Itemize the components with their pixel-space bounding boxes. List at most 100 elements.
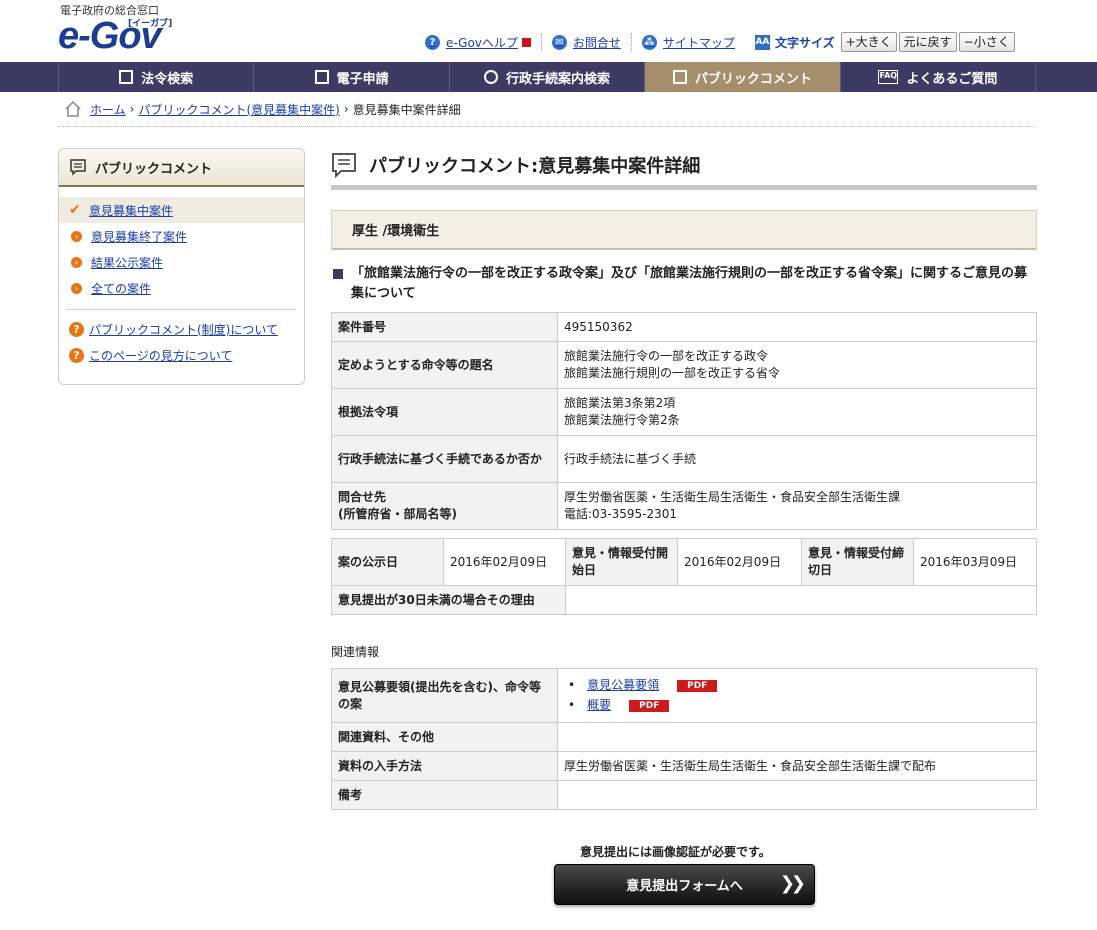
case-title: 「旅館業法施行令の一部を改正する政令案」及び「旅館業法施行規則の一部を改正する省… — [331, 264, 1037, 304]
table-row: 定めようとする命令等の題名 旅館業法施行令の一部を改正する政令 旅館業法施行規則… — [331, 341, 1037, 389]
sidebar-item-all-cases[interactable]: › 全ての案件 — [59, 275, 304, 301]
sitemap-link[interactable]: ⁂ サイトマップ — [641, 33, 745, 51]
site-header: 電子政府の総合窓口 e-Gov [イーガブ] ? e-Govヘルプ ✉ お問合せ… — [0, 0, 1097, 62]
remarks-label: 備考 — [331, 780, 558, 810]
font-size-icon: AA — [754, 34, 770, 50]
case-number-value: 495150362 — [557, 312, 1037, 342]
help-icon: ? — [425, 34, 440, 50]
nav-e-application[interactable]: 電子申請 — [253, 62, 448, 92]
nav-e-application-label: 電子申請 — [336, 71, 389, 87]
sidebar-help-page-guide-link[interactable]: このページの見方について — [89, 347, 232, 364]
nav-law-search[interactable]: 法令検索 — [58, 62, 253, 92]
title-underline — [331, 185, 1037, 190]
sidebar-item-open-cases[interactable]: ✔ 意見募集中案件 — [59, 197, 304, 223]
sidebar-item-result-cases-link[interactable]: 結果公示案件 — [91, 254, 163, 271]
help-link[interactable]: ? e-Govヘルプ — [425, 33, 542, 51]
font-larger-button[interactable]: +大きく — [840, 32, 897, 52]
search-icon — [484, 70, 498, 84]
contact-value: 厚生労働省医薬・生活衛生局生活衛生・食品安全部生活衛生課 電話:03-3595-… — [557, 482, 1037, 530]
comment-doc-icon — [70, 159, 86, 176]
doc-link-guidelines[interactable]: 意見公募要領 — [587, 677, 659, 694]
related-docs-label: 意見公募要領(提出先を含む)、命令等の案 — [331, 668, 558, 723]
page-title-text: パブリックコメント:意見募集中案件詳細 — [369, 156, 701, 177]
nav-public-comment[interactable]: パブリックコメント — [644, 62, 840, 92]
acquisition-method-value: 厚生労働省医薬・生活衛生局生活衛生・食品安全部生活衛生課で配布 — [557, 751, 1037, 781]
basis-value: 旅館業法第3条第2項 旅館業法施行令第2条 — [557, 388, 1037, 436]
contact-link[interactable]: ✉ お問合せ — [551, 33, 632, 51]
basis-line: 旅館業法第3条第2項 — [564, 396, 676, 410]
breadcrumb-separator: › — [343, 102, 349, 116]
related-materials-value — [557, 722, 1037, 752]
nav-public-comment-label: パブリックコメント — [694, 71, 812, 87]
faq-icon: FAQ — [878, 70, 899, 84]
sidebar-help-menu: ? パブリックコメント(制度)について ? このページの見方について — [59, 316, 304, 368]
case-number-label: 案件番号 — [331, 312, 558, 342]
submit-form-button-label: 意見提出フォームへ — [626, 879, 743, 894]
sidebar-item-closed-cases-link[interactable]: 意見募集終了案件 — [91, 228, 187, 245]
question-icon: ? — [69, 321, 84, 337]
table-row: 問合せ先 (所管府省・部局名等) 厚生労働省医薬・生活衛生局生活衛生・食品安全部… — [331, 482, 1037, 530]
breadcrumb-home-link[interactable]: ホーム — [90, 101, 126, 118]
subject-value: 旅館業法施行令の一部を改正する政令 旅館業法施行規則の一部を改正する省令 — [557, 341, 1037, 389]
comment-doc-icon — [332, 153, 356, 178]
font-reset-button[interactable]: 元に戻す — [898, 32, 957, 52]
nav-law-search-label: 法令検索 — [141, 71, 194, 87]
table-row: 意見公募要領(提出先を含む)、命令等の案 意見公募要領 PDF 概要 PDF — [331, 668, 1037, 723]
short-period-reason-value — [565, 585, 1037, 615]
case-details-table: 案件番号 495150362 定めようとする命令等の題名 旅館業法施行令の一部を… — [331, 312, 1037, 530]
square-bullet-icon — [333, 269, 343, 279]
sidebar-item-all-cases-link[interactable]: 全ての案件 — [91, 280, 151, 297]
procedure-label: 行政手続法に基づく手続であるか否か — [331, 435, 558, 483]
related-materials-label: 関連資料、その他 — [331, 722, 558, 752]
nav-procedure-search-label: 行政手続案内検索 — [506, 71, 611, 87]
chevron-right-icon: › — [71, 230, 82, 242]
sidebar-help-page-guide[interactable]: ? このページの見方について — [59, 342, 304, 368]
sidebar-header: パブリックコメント — [59, 149, 304, 187]
page-title: パブリックコメント:意見募集中案件詳細 — [331, 150, 1037, 180]
nav-faq[interactable]: FAQ よくあるご質問 — [839, 62, 1037, 92]
chevron-right-icon: › — [71, 282, 82, 294]
subject-line: 旅館業法施行令の一部を改正する政令 — [564, 349, 769, 363]
table-row: 関連資料、その他 — [331, 722, 1037, 752]
font-size-label-text: 文字サイズ — [774, 35, 835, 50]
publish-date-label: 案の公示日 — [331, 538, 444, 586]
sidebar-help-system[interactable]: ? パブリックコメント(制度)について — [59, 316, 304, 342]
pdf-badge: PDF — [677, 679, 718, 692]
breadcrumb-divider — [58, 126, 1036, 127]
font-smaller-button[interactable]: −小さく — [958, 32, 1015, 52]
sidebar-item-open-cases-link[interactable]: 意見募集中案件 — [89, 202, 173, 219]
help-link-label: e-Govヘルプ — [446, 35, 518, 50]
list-item: 概要 PDF — [564, 696, 1030, 716]
category-box: 厚生 /環境衛生 — [331, 210, 1037, 250]
table-row: 資料の入手方法 厚生労働省医薬・生活衛生局生活衛生・食品安全部生活衛生課で配布 — [331, 751, 1037, 781]
case-title-text: 「旅館業法施行令の一部を改正する政令案」及び「旅館業法施行規則の一部を改正する省… — [351, 266, 1028, 301]
start-date-value: 2016年02月09日 — [677, 538, 802, 586]
breadcrumb-current: 意見募集中案件詳細 — [352, 102, 461, 117]
procedure-value: 行政手続法に基づく手続 — [557, 435, 1037, 483]
contact-label: 問合せ先 (所管府省・部局名等) — [331, 482, 558, 530]
home-icon — [65, 100, 81, 117]
doc-link-summary[interactable]: 概要 — [587, 697, 611, 714]
table-row: 意見提出が30日未満の場合その理由 — [331, 585, 1037, 615]
sidebar-item-closed-cases[interactable]: › 意見募集終了案件 — [59, 223, 304, 249]
contact-link-label: お問合せ — [572, 35, 621, 50]
sidebar-item-result-cases[interactable]: › 結果公示案件 — [59, 249, 304, 275]
egov-logo-sub: [イーガブ] — [128, 19, 173, 29]
main-content: パブリックコメント:意見募集中案件詳細 厚生 /環境衛生 「旅館業法施行令の一部… — [331, 150, 1037, 810]
sidebar-divider — [67, 309, 296, 310]
nav-faq-label: よくあるご質問 — [906, 71, 998, 87]
nav-procedure-search[interactable]: 行政手続案内検索 — [448, 62, 644, 92]
breadcrumb-public-comment-link[interactable]: パブリックコメント(意見募集中案件) — [138, 101, 339, 118]
sidebar-help-system-link[interactable]: パブリックコメント(制度)について — [89, 321, 278, 338]
contact-line: 厚生労働省医薬・生活衛生局生活衛生・食品安全部生活衛生課 — [564, 490, 901, 504]
table-row: 案件番号 495150362 — [331, 312, 1037, 342]
related-doc-list: 意見公募要領 PDF 概要 PDF — [564, 676, 1030, 716]
edit-icon — [314, 70, 329, 84]
contact-label-line: (所管府省・部局名等) — [338, 507, 457, 521]
list-item: 意見公募要領 PDF — [564, 676, 1030, 696]
sidebar-title: パブリックコメント — [95, 161, 213, 177]
question-icon: ? — [69, 347, 84, 363]
pdf-badge: PDF — [629, 699, 670, 712]
submit-form-button[interactable]: 意見提出フォームへ ❯❯ — [554, 864, 815, 905]
contact-line: 電話:03-3595-2301 — [564, 507, 678, 521]
